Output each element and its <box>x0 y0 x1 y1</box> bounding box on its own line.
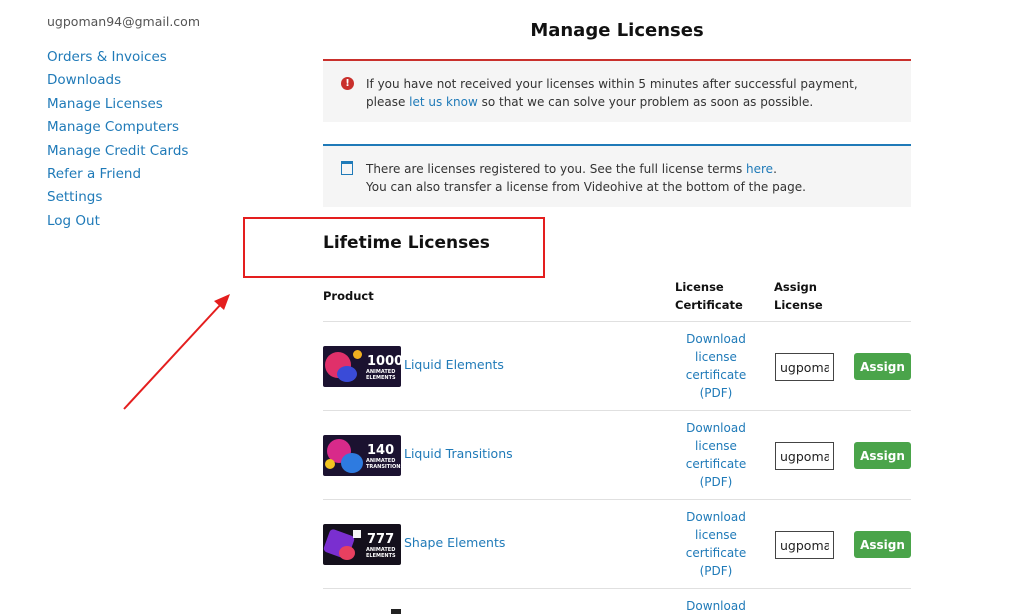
annotation-arrow <box>123 294 230 410</box>
